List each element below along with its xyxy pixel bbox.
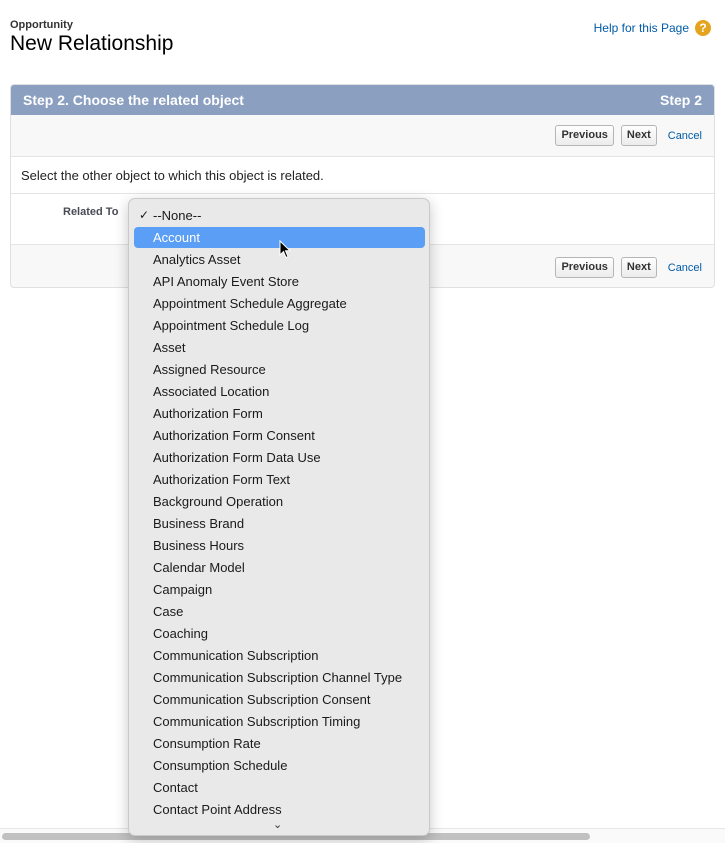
dropdown-option[interactable]: Assigned Resource bbox=[134, 359, 425, 380]
related-to-label: Related To bbox=[63, 206, 119, 218]
dropdown-option[interactable]: Consumption Schedule bbox=[134, 755, 425, 776]
dropdown-option[interactable]: Consumption Rate bbox=[134, 733, 425, 754]
dropdown-option[interactable]: Calendar Model bbox=[134, 557, 425, 578]
check-icon: ✓ bbox=[139, 208, 150, 222]
mouse-pointer-icon bbox=[279, 240, 291, 259]
dropdown-option[interactable]: Business Hours bbox=[134, 535, 425, 556]
dropdown-option[interactable]: Background Operation bbox=[134, 491, 425, 512]
instructions: Select the other object to which this ob… bbox=[11, 157, 714, 194]
dropdown-option[interactable]: Authorization Form Consent bbox=[134, 425, 425, 446]
dropdown-option[interactable]: Communication Subscription bbox=[134, 645, 425, 666]
object-label: Opportunity bbox=[10, 19, 73, 31]
page-header: Opportunity New Relationship bbox=[10, 19, 173, 56]
step-title: Step 2. Choose the related object bbox=[23, 92, 244, 108]
dropdown-option[interactable]: ✓ --None-- bbox=[134, 205, 425, 226]
next-button-bottom[interactable]: Next bbox=[620, 257, 657, 278]
dropdown-option[interactable]: Appointment Schedule Aggregate bbox=[134, 293, 425, 314]
dropdown-option[interactable]: Authorization Form bbox=[134, 403, 425, 424]
cancel-link[interactable]: Cancel bbox=[668, 130, 702, 142]
cancel-link-bottom[interactable]: Cancel bbox=[668, 262, 702, 274]
page-title: New Relationship bbox=[10, 32, 174, 55]
dropdown-option[interactable]: Coaching bbox=[134, 623, 425, 644]
next-button[interactable]: Next bbox=[620, 125, 657, 146]
related-to-dropdown[interactable]: ✓ --None-- Account Analytics Asset API An… bbox=[128, 198, 430, 836]
dropdown-option[interactable]: Contact bbox=[134, 777, 425, 798]
help-link[interactable]: Help for this Page bbox=[594, 21, 689, 35]
dropdown-option[interactable]: Communication Subscription Channel Type bbox=[134, 667, 425, 688]
dropdown-option[interactable]: Asset bbox=[134, 337, 425, 358]
previous-button[interactable]: Previous bbox=[555, 125, 614, 146]
dropdown-option[interactable]: Associated Location bbox=[134, 381, 425, 402]
step-header: Step 2. Choose the related object Step 2 bbox=[11, 85, 714, 115]
dropdown-option[interactable]: Authorization Form Data Use bbox=[134, 447, 425, 468]
top-button-row: Previous Next Cancel bbox=[11, 115, 714, 157]
dropdown-option[interactable]: Communication Subscription Consent bbox=[134, 689, 425, 710]
step-indicator: Step 2 bbox=[659, 92, 702, 108]
chevron-down-icon[interactable]: ⌄ bbox=[273, 818, 282, 831]
dropdown-option[interactable]: Business Brand bbox=[134, 513, 425, 534]
help-area: Help for this Page ? bbox=[594, 20, 711, 36]
dropdown-option[interactable]: Case bbox=[134, 601, 425, 622]
dropdown-option[interactable]: API Anomaly Event Store bbox=[134, 271, 425, 292]
dropdown-option[interactable]: Appointment Schedule Log bbox=[134, 315, 425, 336]
dropdown-option[interactable]: Communication Subscription Timing bbox=[134, 711, 425, 732]
dropdown-option[interactable]: Authorization Form Text bbox=[134, 469, 425, 490]
dropdown-option[interactable]: Campaign bbox=[134, 579, 425, 600]
previous-button-bottom[interactable]: Previous bbox=[555, 257, 614, 278]
dropdown-option[interactable]: Contact Point Address bbox=[134, 799, 425, 820]
question-circle-icon[interactable]: ? bbox=[695, 20, 711, 36]
